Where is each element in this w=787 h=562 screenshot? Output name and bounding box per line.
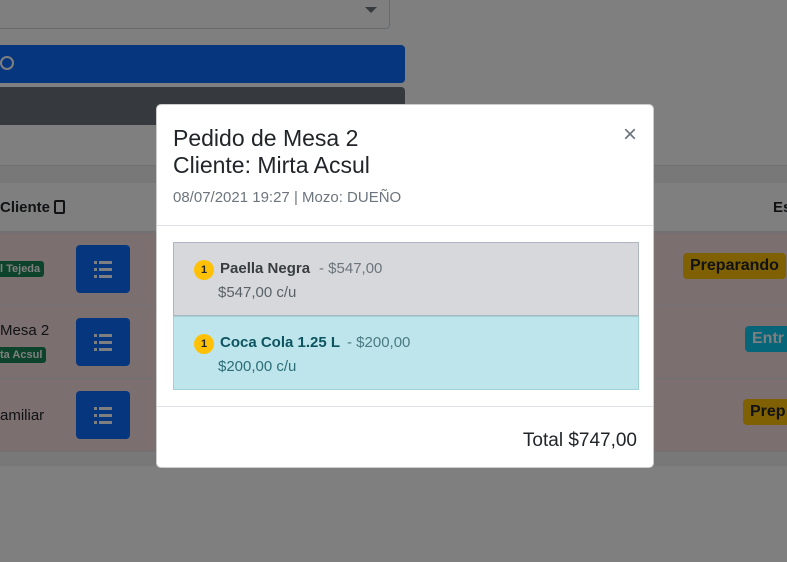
item-name: Coca Cola 1.25 L <box>220 334 341 351</box>
modal-title: Pedido de Mesa 2 Cliente: Mirta Acsul <box>173 125 370 179</box>
modal-body: 1 Paella Negra - $547,00 $547,00 c/u 1 C… <box>157 226 653 407</box>
modal-subtitle: 08/07/2021 19:27 | Mozo: DUEÑO <box>173 189 402 206</box>
order-item: 1 Paella Negra - $547,00 $547,00 c/u <box>173 242 639 316</box>
item-unit-price: $547,00 c/u <box>218 284 297 301</box>
modal-footer: Total $747,00 <box>157 407 653 468</box>
item-unit-price: $200,00 c/u <box>218 358 297 375</box>
item-name: Paella Negra <box>220 260 311 277</box>
item-price: - $547,00 <box>319 260 383 277</box>
quantity-badge: 1 <box>194 260 214 280</box>
order-total: Total $747,00 <box>522 430 637 451</box>
order-modal: Pedido de Mesa 2 Cliente: Mirta Acsul 08… <box>156 104 654 468</box>
modal-title-order: Pedido de Mesa 2 <box>173 125 359 151</box>
modal-header: Pedido de Mesa 2 Cliente: Mirta Acsul 08… <box>157 105 653 226</box>
close-icon[interactable]: × <box>623 123 637 147</box>
modal-title-client: Cliente: Mirta Acsul <box>173 152 370 178</box>
item-price: - $200,00 <box>347 334 411 351</box>
quantity-badge: 1 <box>194 334 214 354</box>
order-item: 1 Coca Cola 1.25 L - $200,00 $200,00 c/u <box>173 316 639 390</box>
